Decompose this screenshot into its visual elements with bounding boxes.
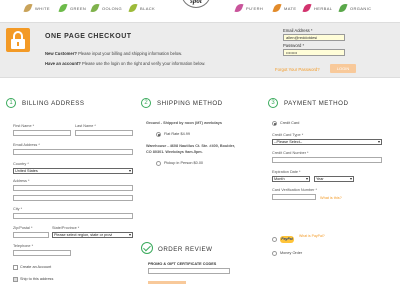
card-number-label: Credit Card Number * bbox=[272, 151, 309, 155]
paypal-help-link[interactable]: What is PayPal? bbox=[299, 234, 325, 238]
city-label: City * bbox=[13, 207, 23, 211]
first-name-field[interactable] bbox=[13, 130, 71, 136]
zip-field[interactable] bbox=[13, 232, 49, 238]
logo-text: spot bbox=[190, 0, 202, 5]
flat-rate-radio[interactable] bbox=[156, 132, 161, 137]
nav-item-oolong[interactable]: OOLONG bbox=[90, 2, 122, 14]
shipping-step-number: 2 bbox=[141, 98, 151, 108]
expiration-year-select[interactable]: Year bbox=[314, 176, 354, 182]
nav-item-green[interactable]: GREEN bbox=[58, 2, 86, 14]
nav-item-puerh[interactable]: PU'ERH bbox=[234, 2, 263, 14]
promo-codes-label: PROMO & GIFT CERTIFICATE CODES bbox=[148, 262, 217, 266]
country-select[interactable]: United States bbox=[13, 168, 133, 174]
new-customer-note: New Customer? Please input your billing … bbox=[45, 51, 182, 56]
address-line1-field[interactable] bbox=[13, 185, 133, 191]
leaf-icon bbox=[234, 2, 244, 14]
order-review-check-icon bbox=[141, 242, 153, 254]
pickup-label: Pickup in Person $0.00 bbox=[164, 161, 204, 165]
zip-label: Zip/Postal * bbox=[13, 226, 33, 230]
leaf-icon bbox=[23, 2, 33, 14]
site-logo[interactable]: spot bbox=[181, 0, 211, 8]
lock-icon bbox=[6, 28, 30, 52]
billing-step-number: 1 bbox=[6, 98, 16, 108]
payment-step-number: 3 bbox=[268, 98, 278, 108]
order-review-title: ORDER REVIEW bbox=[158, 246, 213, 253]
address-label: Address * bbox=[13, 179, 30, 183]
billing-title: BILLING ADDRESS bbox=[22, 100, 85, 107]
state-select[interactable]: Please select region, state or provi bbox=[52, 232, 133, 238]
flat-rate-label: Flat Rate $4.99 bbox=[164, 132, 190, 136]
card-type-label: Credit Card Type * bbox=[272, 133, 304, 137]
cvv-label: Card Verification Number * bbox=[272, 188, 317, 192]
state-label: State/Province * bbox=[52, 226, 80, 230]
nav-item-black[interactable]: BLACK bbox=[128, 2, 155, 14]
ground-shipping-label: Ground - Shipped by noon (MT) weekdays bbox=[146, 121, 222, 125]
login-password-input[interactable]: •••••••• bbox=[283, 49, 345, 56]
expiration-month-select[interactable]: Month bbox=[272, 176, 310, 182]
new-customer-question: New Customer? bbox=[45, 51, 77, 56]
credit-card-radio[interactable] bbox=[272, 121, 277, 126]
card-type-select[interactable]: --Please Select-- bbox=[272, 139, 382, 145]
billing-email-field[interactable] bbox=[13, 149, 133, 155]
telephone-field[interactable] bbox=[13, 250, 71, 256]
create-account-label: Create an Account bbox=[20, 265, 52, 269]
login-password-label: Password * bbox=[283, 43, 305, 48]
nav-item-organic[interactable]: ORGANIC bbox=[338, 2, 371, 14]
shipping-title: SHIPPING METHOD bbox=[157, 100, 223, 107]
card-number-field[interactable] bbox=[272, 157, 382, 163]
cvv-field[interactable] bbox=[272, 194, 316, 200]
warehouse-line2: CO 80301. Weekdays 9am-5pm. bbox=[146, 150, 203, 154]
login-email-label: Email Address * bbox=[283, 28, 313, 33]
money-order-label: Money Order bbox=[280, 251, 303, 255]
ship-to-address-checkbox[interactable] bbox=[13, 277, 18, 282]
warehouse-line1: Warehouse - 4608 Nautilus Ct. Ste. #400,… bbox=[146, 144, 236, 148]
account-note: Have an account? Please use the login on… bbox=[45, 61, 205, 66]
pickup-radio[interactable] bbox=[156, 161, 161, 166]
last-name-label: Last Name * bbox=[75, 124, 96, 128]
cvv-help-link[interactable]: What is this? bbox=[320, 196, 342, 200]
promo-code-field[interactable] bbox=[148, 268, 230, 274]
address-line2-field[interactable] bbox=[13, 195, 133, 201]
expiration-label: Expiration Date * bbox=[272, 170, 301, 174]
first-name-label: First Name * bbox=[13, 124, 35, 128]
forgot-password-link[interactable]: Forgot Your Password? bbox=[275, 67, 320, 72]
account-question: Have an account? bbox=[45, 61, 81, 66]
page-title: ONE PAGE CHECKOUT bbox=[45, 33, 132, 40]
leaf-icon bbox=[338, 2, 348, 14]
new-customer-text: Please input your billing and shipping i… bbox=[78, 51, 183, 56]
city-field[interactable] bbox=[13, 213, 133, 219]
nav-item-white[interactable]: WHITE bbox=[23, 2, 50, 14]
paypal-logo: PayPal bbox=[280, 236, 294, 243]
nav-item-herbal[interactable]: HERBAL bbox=[302, 2, 332, 14]
paypal-radio[interactable] bbox=[272, 237, 277, 242]
leaf-icon bbox=[128, 2, 138, 14]
login-button[interactable]: LOGIN bbox=[330, 64, 356, 73]
last-name-field[interactable] bbox=[75, 130, 133, 136]
ship-to-address-label: Ship to this address bbox=[20, 277, 54, 281]
credit-card-label: Credit Card bbox=[280, 121, 300, 125]
leaf-icon bbox=[272, 2, 282, 14]
category-nav: WHITE GREEN OOLONG BLACK spot PU'ERH MAT… bbox=[0, 0, 400, 18]
leaf-icon bbox=[90, 2, 100, 14]
nav-item-mate[interactable]: MATE bbox=[272, 2, 296, 14]
country-label: Country * bbox=[13, 162, 29, 166]
leaf-icon bbox=[58, 2, 68, 14]
account-text: Please use the login on the right and ve… bbox=[82, 61, 206, 66]
leaf-icon bbox=[302, 2, 312, 14]
payment-title: PAYMENT METHOD bbox=[284, 100, 349, 107]
create-account-checkbox[interactable] bbox=[13, 265, 18, 270]
login-email-input[interactable]: allen@reddotdesi bbox=[283, 34, 345, 41]
money-order-radio[interactable] bbox=[272, 251, 277, 256]
billing-email-label: Email Address * bbox=[13, 143, 40, 147]
telephone-label: Telephone * bbox=[13, 244, 34, 248]
